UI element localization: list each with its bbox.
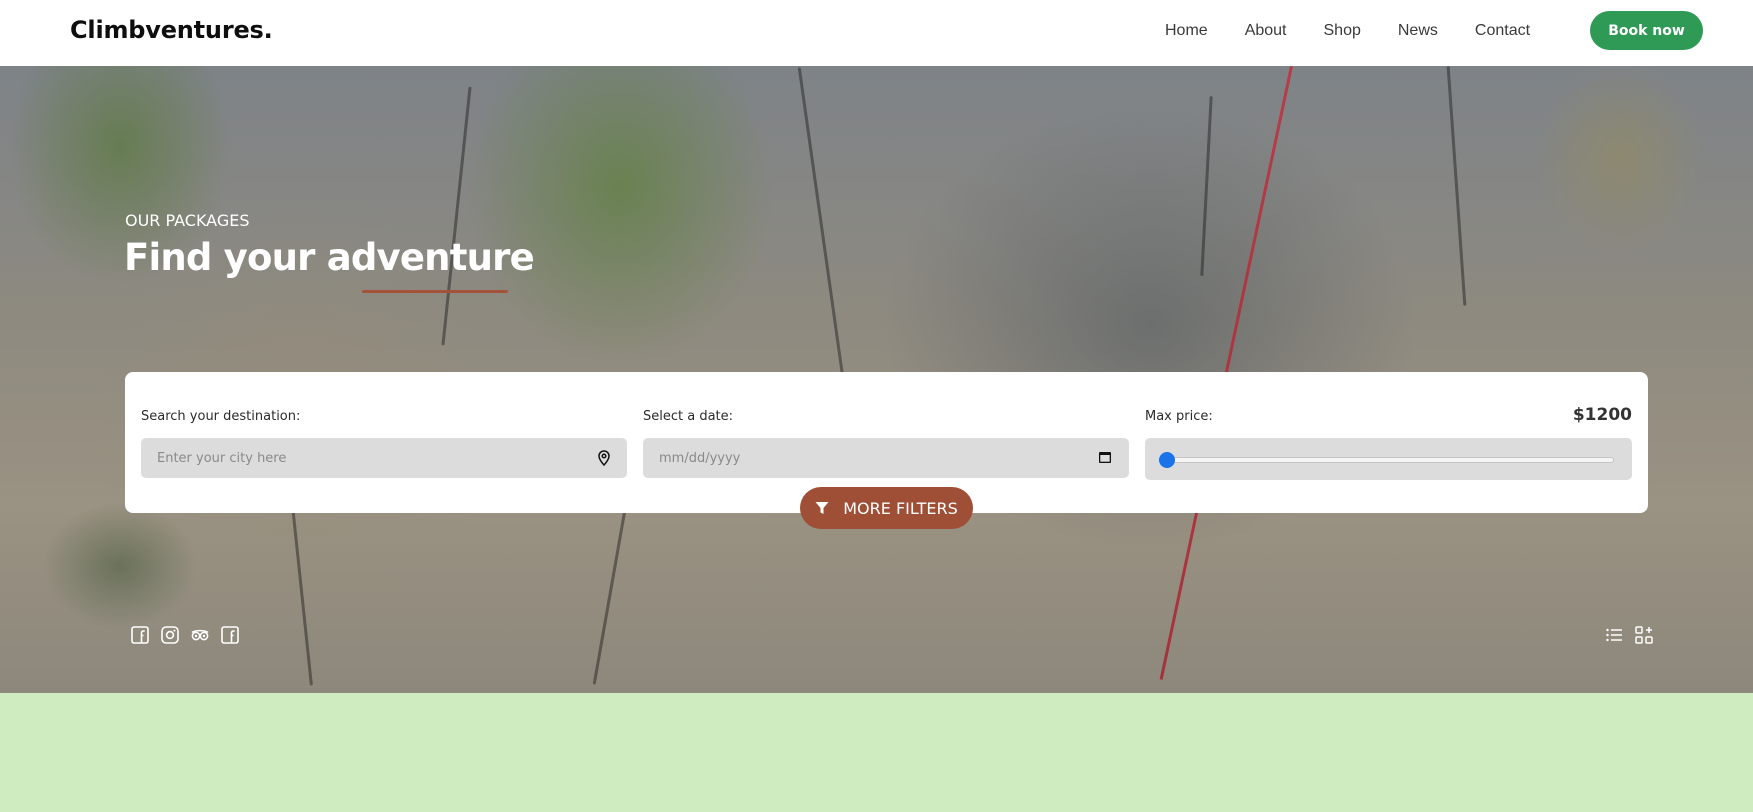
nav-link-contact[interactable]: Contact	[1475, 22, 1530, 40]
facebook-icon[interactable]	[221, 626, 239, 644]
date-field	[643, 438, 1129, 478]
price-slider-track[interactable]	[1163, 457, 1614, 463]
more-filters-button[interactable]: MORE FILTERS	[800, 487, 973, 529]
nav-link-news[interactable]: News	[1398, 22, 1438, 40]
nav-link-shop[interactable]: Shop	[1324, 22, 1361, 40]
hero-title-main: Find your	[124, 236, 327, 279]
content-section	[0, 693, 1753, 812]
hero-kicker: OUR PACKAGES	[125, 211, 250, 230]
destination-label: Search your destination:	[141, 409, 301, 424]
destination-input[interactable]	[141, 438, 627, 478]
hero-title-highlight: adventure	[326, 236, 535, 279]
max-price-label: Max price:	[1145, 409, 1213, 424]
instagram-icon[interactable]	[161, 626, 179, 644]
date-input[interactable]	[643, 438, 1129, 478]
calendar-icon[interactable]	[1098, 450, 1114, 466]
nav-link-home[interactable]: Home	[1165, 22, 1208, 40]
date-label: Select a date:	[643, 409, 734, 424]
view-toggle	[1593, 626, 1653, 644]
grid-view-icon[interactable]	[1635, 626, 1653, 644]
top-navbar: Climbventures. Home About Shop News Cont…	[0, 0, 1753, 66]
social-links	[131, 626, 251, 644]
destination-field	[141, 438, 627, 478]
hero-title-underline	[362, 290, 508, 293]
price-slider-field	[1145, 438, 1632, 480]
hero-title: Find your adventure	[124, 236, 535, 293]
price-slider-thumb[interactable]	[1159, 452, 1175, 468]
location-pin-icon	[596, 450, 612, 466]
nav-link-about[interactable]: About	[1245, 22, 1287, 40]
filter-funnel-icon	[815, 501, 829, 515]
facebook-icon[interactable]	[131, 626, 149, 644]
list-view-icon[interactable]	[1605, 626, 1623, 644]
more-filters-label: MORE FILTERS	[843, 498, 958, 518]
main-nav: Home About Shop News Contact	[1165, 0, 1530, 62]
tripadvisor-icon[interactable]	[191, 626, 209, 644]
max-price-value: $1200	[1572, 405, 1632, 425]
book-now-button[interactable]: Book now	[1590, 11, 1703, 50]
brand-logo[interactable]: Climbventures.	[70, 16, 273, 44]
